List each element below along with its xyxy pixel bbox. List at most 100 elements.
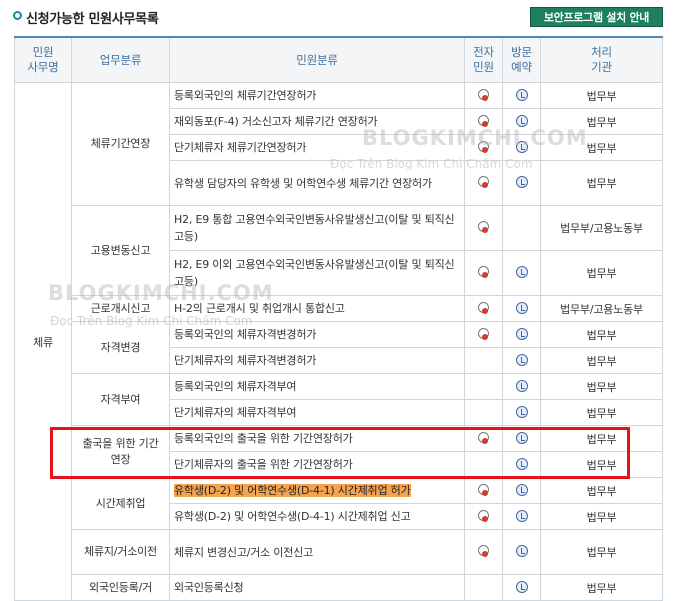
visit-reservation-cell[interactable] xyxy=(502,321,541,348)
e-civil-apply-icon[interactable] xyxy=(476,483,492,499)
agency-cell: 법무부 xyxy=(540,108,663,135)
e-civil-apply-icon[interactable] xyxy=(476,431,492,447)
petition-name-cell[interactable]: 단기체류자 체류기간연장허가 xyxy=(169,134,465,161)
e-civil-cell[interactable] xyxy=(464,503,503,530)
petition-link[interactable]: 단기체류자의 출국을 위한 기간연장허가 xyxy=(174,458,353,471)
petition-link[interactable]: 등록외국인의 출국을 위한 기간연장허가 xyxy=(174,432,353,445)
petition-name-cell[interactable]: 재외동포(F-4) 거소신고자 체류기간 연장허가 xyxy=(169,108,465,135)
petition-name-cell[interactable]: H2, E9 통합 고용연수외국인변동사유발생신고(이탈 및 퇴직신고등) xyxy=(169,205,465,251)
visit-reservation-icon[interactable] xyxy=(514,353,530,369)
e-civil-cell[interactable] xyxy=(464,134,503,161)
visit-reservation-cell[interactable] xyxy=(502,134,541,161)
category-cell: 고용변동신고 xyxy=(71,205,170,296)
visit-reservation-cell[interactable] xyxy=(502,477,541,504)
visit-reservation-icon[interactable] xyxy=(514,175,530,191)
visit-reservation-icon[interactable] xyxy=(514,431,530,447)
table-row: 자격변경 등록외국인의 체류자격변경허가 법무부 xyxy=(15,321,663,374)
e-civil-apply-icon[interactable] xyxy=(476,265,492,281)
e-civil-apply-icon[interactable] xyxy=(476,544,492,560)
petition-name-cell[interactable]: 유학생(D-2) 및 어학연수생(D-4-1) 시간제취업 신고 xyxy=(169,503,465,530)
e-civil-apply-icon[interactable] xyxy=(476,301,492,317)
visit-reservation-icon[interactable] xyxy=(514,483,530,499)
visit-reservation-cell[interactable] xyxy=(502,425,541,452)
visit-reservation-cell[interactable] xyxy=(502,108,541,135)
e-civil-cell[interactable] xyxy=(464,295,503,322)
visit-reservation-icon[interactable] xyxy=(514,88,530,104)
petition-link[interactable]: 등록외국인의 체류자격부여 xyxy=(174,380,297,393)
e-civil-cell[interactable] xyxy=(464,108,503,135)
petition-name-cell[interactable]: H-2의 근로개시 및 취업개시 통합신고 xyxy=(169,295,465,322)
e-civil-cell[interactable] xyxy=(464,250,503,296)
e-civil-cell[interactable] xyxy=(464,82,503,109)
category-cell: 출국을 위한 기간연장 xyxy=(71,425,170,478)
visit-reservation-cell[interactable] xyxy=(502,451,541,478)
agency-cell: 법무부 xyxy=(540,529,663,575)
petition-link[interactable]: H2, E9 통합 고용연수외국인변동사유발생신고(이탈 및 퇴직신고등) xyxy=(174,213,455,243)
petition-link[interactable]: 체류지 변경신고/거소 이전신고 xyxy=(174,546,313,559)
visit-reservation-cell[interactable] xyxy=(502,295,541,322)
petition-link[interactable]: 유학생(D-2) 및 어학연수생(D-4-1) 시간제취업 신고 xyxy=(174,510,411,523)
visit-reservation-icon[interactable] xyxy=(514,265,530,281)
petition-link[interactable]: H2, E9 이외 고용연수외국인변동사유발생신고(이탈 및 퇴직신고등) xyxy=(174,258,455,288)
visit-reservation-cell[interactable] xyxy=(502,160,541,206)
e-civil-apply-icon[interactable] xyxy=(476,114,492,130)
petition-name-cell[interactable]: 외국인등록신청 xyxy=(169,574,465,601)
visit-reservation-icon[interactable] xyxy=(514,114,530,130)
visit-reservation-icon[interactable] xyxy=(514,457,530,473)
e-civil-cell[interactable] xyxy=(464,321,503,348)
visit-reservation-icon[interactable] xyxy=(514,379,530,395)
petition-link[interactable]: 재외동포(F-4) 거소신고자 체류기간 연장허가 xyxy=(174,115,378,128)
agency-cell: 법무부 xyxy=(540,425,663,452)
petition-name-cell[interactable]: 등록외국인의 체류자격부여 xyxy=(169,373,465,400)
e-civil-apply-icon[interactable] xyxy=(476,88,492,104)
e-civil-apply-icon[interactable] xyxy=(476,220,492,236)
security-program-guide-button[interactable]: 보안프로그램 설치 안내 xyxy=(530,7,663,27)
visit-reservation-icon[interactable] xyxy=(514,544,530,560)
visit-reservation-cell[interactable] xyxy=(502,399,541,426)
visit-reservation-cell[interactable] xyxy=(502,82,541,109)
e-civil-apply-icon[interactable] xyxy=(476,327,492,343)
petition-name-cell[interactable]: 단기체류자의 체류자격부여 xyxy=(169,399,465,426)
e-civil-apply-icon[interactable] xyxy=(476,509,492,525)
visit-reservation-icon[interactable] xyxy=(514,140,530,156)
visit-reservation-cell[interactable] xyxy=(502,503,541,530)
visit-reservation-cell[interactable] xyxy=(502,347,541,374)
petition-link[interactable]: 등록외국인의 체류자격변경허가 xyxy=(174,328,316,341)
petition-name-cell[interactable]: 등록외국인의 출국을 위한 기간연장허가 xyxy=(169,425,465,452)
agency-cell: 법무부 xyxy=(540,321,663,348)
petition-link[interactable]: H-2의 근로개시 및 취업개시 통합신고 xyxy=(174,302,345,315)
e-civil-cell[interactable] xyxy=(464,477,503,504)
e-civil-cell[interactable] xyxy=(464,529,503,575)
visit-reservation-icon[interactable] xyxy=(514,301,530,317)
col-header-petition: 민원분류 xyxy=(169,36,465,83)
e-civil-apply-icon[interactable] xyxy=(476,175,492,191)
visit-reservation-cell[interactable] xyxy=(502,373,541,400)
visit-reservation-cell[interactable] xyxy=(502,529,541,575)
visit-reservation-icon[interactable] xyxy=(514,405,530,421)
petition-link[interactable]: 유학생 담당자의 유학생 및 어학연수생 체류기간 연장허가 xyxy=(174,177,432,190)
petition-name-cell[interactable]: 단기체류자의 출국을 위한 기간연장허가 xyxy=(169,451,465,478)
visit-reservation-icon[interactable] xyxy=(514,327,530,343)
petition-link[interactable]: 단기체류자의 체류자격부여 xyxy=(174,406,297,419)
highlighted-petition-link[interactable]: 유학생(D-2) 및 어학연수생(D-4-1) 시간제취업 허가 xyxy=(174,484,411,497)
petition-name-cell[interactable]: 유학생(D-2) 및 어학연수생(D-4-1) 시간제취업 허가 xyxy=(169,477,465,504)
e-civil-apply-icon[interactable] xyxy=(476,140,492,156)
e-civil-cell[interactable] xyxy=(464,160,503,206)
petition-name-cell[interactable]: 등록외국인의 체류기간연장허가 xyxy=(169,82,465,109)
visit-reservation-cell[interactable] xyxy=(502,574,541,601)
e-civil-cell[interactable] xyxy=(464,205,503,251)
category-cell: 근로개시신고 xyxy=(71,295,170,322)
petition-link[interactable]: 외국인등록신청 xyxy=(174,581,244,594)
petition-name-cell[interactable]: 등록외국인의 체류자격변경허가 xyxy=(169,321,465,348)
petition-link[interactable]: 등록외국인의 체류기간연장허가 xyxy=(174,89,316,102)
visit-reservation-cell[interactable] xyxy=(502,250,541,296)
petition-name-cell[interactable]: H2, E9 이외 고용연수외국인변동사유발생신고(이탈 및 퇴직신고등) xyxy=(169,250,465,296)
petition-name-cell[interactable]: 체류지 변경신고/거소 이전신고 xyxy=(169,529,465,575)
e-civil-cell[interactable] xyxy=(464,425,503,452)
petition-link[interactable]: 단기체류자의 체류자격변경허가 xyxy=(174,354,316,367)
petition-name-cell[interactable]: 단기체류자의 체류자격변경허가 xyxy=(169,347,465,374)
visit-reservation-icon[interactable] xyxy=(514,580,530,596)
visit-reservation-icon[interactable] xyxy=(514,509,530,525)
petition-name-cell[interactable]: 유학생 담당자의 유학생 및 어학연수생 체류기간 연장허가 xyxy=(169,160,465,206)
petition-link[interactable]: 단기체류자 체류기간연장허가 xyxy=(174,141,306,154)
